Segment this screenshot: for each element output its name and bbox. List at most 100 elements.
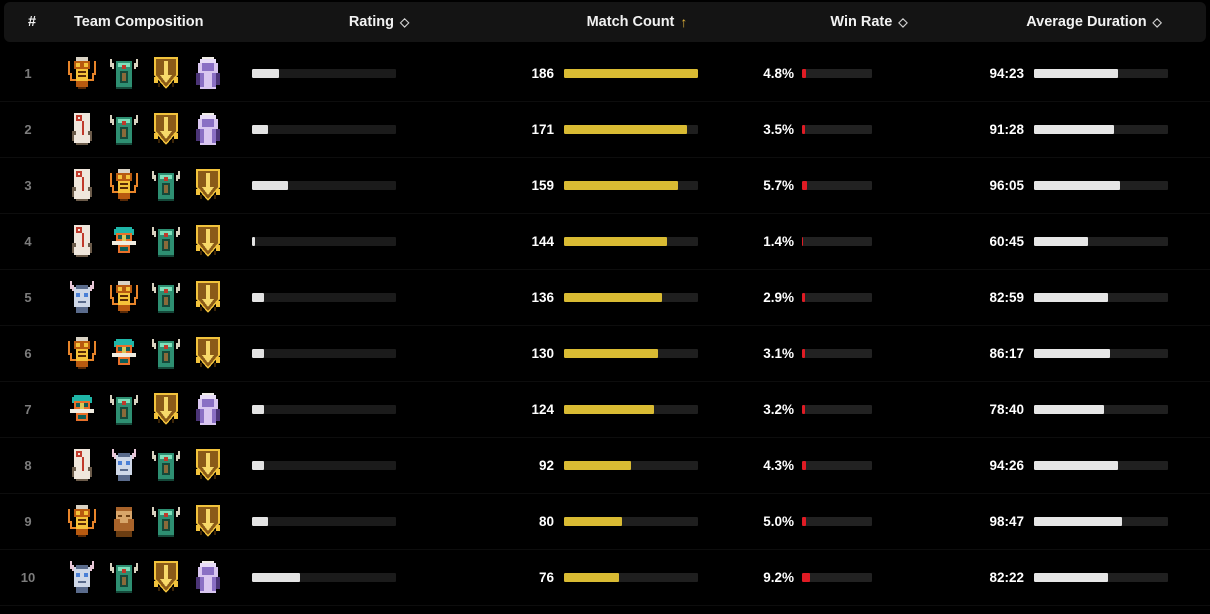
gold-shield-unit[interactable] [148,391,184,429]
rating-cell [236,382,514,437]
average-duration-value: 91:28 [989,122,1024,137]
orange-demon-unit[interactable] [64,503,100,541]
average-duration-bar-fill [1034,573,1108,582]
green-horned-unit[interactable] [148,223,184,261]
purple-robe-unit[interactable] [190,55,226,93]
table-row[interactable]: 6 130 3.1% 86:17 [0,326,1210,382]
table-row[interactable]: 8 92 4.3% 94:26 [0,438,1210,494]
match-count-bar-track [564,69,698,78]
gold-shield-unit[interactable] [148,559,184,597]
gold-shield-unit[interactable] [148,55,184,93]
gold-shield-unit[interactable] [148,111,184,149]
rating-bar-fill [252,573,300,582]
table-row[interactable]: 4 144 1.4% 60:45 [0,214,1210,270]
sort-toggle-icon[interactable]: ◇ [1153,16,1162,28]
green-horned-unit[interactable] [148,503,184,541]
sort-ascending-icon[interactable]: ↑ [680,15,687,29]
win-rate-bar-track [802,573,872,582]
match-count-cell: 80 [514,494,752,549]
rating-bar-track [252,517,396,526]
column-header-match-count[interactable]: Match Count ↑ [518,14,756,30]
blue-face-unit[interactable] [64,559,100,597]
column-header-average-duration[interactable]: Average Duration ◇ [982,14,1206,30]
green-horned-unit[interactable] [106,111,142,149]
white-scroll-unit[interactable] [64,447,100,485]
win-rate-bar-fill [802,237,804,246]
win-rate-cell: 5.7% [752,158,978,213]
blue-face-unit[interactable] [106,447,142,485]
green-horned-unit[interactable] [148,167,184,205]
table-row[interactable]: 9 80 5.0% 98:47 [0,494,1210,550]
orange-demon-unit[interactable] [64,55,100,93]
green-horned-unit[interactable] [148,279,184,317]
green-horned-unit[interactable] [106,55,142,93]
rank-cell: 8 [24,458,32,473]
green-horned-unit[interactable] [106,391,142,429]
table-row[interactable]: 3 159 5.7% 96:05 [0,158,1210,214]
win-rate-cell: 3.5% [752,102,978,157]
column-header-win-rate[interactable]: Win Rate ◇ [756,14,982,30]
blue-face-unit[interactable] [64,279,100,317]
table-header-row: # Team Composition Rating ◇ Match Count ↑ Win … [4,2,1206,42]
average-duration-cell: 86:17 [978,326,1202,381]
teal-masked-unit[interactable] [106,335,142,373]
win-rate-value: 4.3% [763,458,794,473]
average-duration-bar-track [1034,181,1168,190]
rating-bar-track [252,69,396,78]
white-scroll-unit[interactable] [64,223,100,261]
sort-toggle-icon[interactable]: ◇ [400,16,409,28]
match-count-value: 171 [531,122,554,137]
table-row[interactable]: 2 171 3.5% 91:28 [0,102,1210,158]
match-count-bar-track [564,517,698,526]
white-scroll-unit[interactable] [64,167,100,205]
green-horned-unit[interactable] [106,559,142,597]
table-row[interactable]: 10 76 9.2% 82:22 [0,550,1210,606]
bearded-warrior-unit[interactable] [106,503,142,541]
win-rate-cell: 5.0% [752,494,978,549]
green-horned-unit[interactable] [148,447,184,485]
orange-demon-unit[interactable] [106,167,142,205]
rating-bar-track [252,237,396,246]
gold-shield-unit[interactable] [190,279,226,317]
average-duration-bar-track [1034,573,1168,582]
column-header-label: Average Duration [1026,14,1147,30]
column-header-rating[interactable]: Rating ◇ [240,14,518,30]
match-count-value: 80 [538,514,554,529]
win-rate-bar-track [802,461,872,470]
purple-robe-unit[interactable] [190,559,226,597]
gold-shield-unit[interactable] [190,335,226,373]
average-duration-bar-fill [1034,69,1119,78]
team-composition-cell [56,382,236,437]
teal-masked-unit[interactable] [64,391,100,429]
gold-shield-unit[interactable] [190,503,226,541]
table-row[interactable]: 5 136 2.9% 82:59 [0,270,1210,326]
purple-robe-unit[interactable] [190,391,226,429]
green-horned-unit[interactable] [148,335,184,373]
win-rate-value: 3.5% [763,122,794,137]
purple-robe-unit[interactable] [190,111,226,149]
gold-shield-unit[interactable] [190,447,226,485]
match-count-cell: 76 [514,550,752,605]
table-row[interactable]: 7 124 3.2% 78:40 [0,382,1210,438]
table-body: 1 186 4.8% 94:23 2 171 3.5% 91:28 3 159 5.7% 96:05 4… [0,46,1210,606]
win-rate-bar-track [802,293,872,302]
teal-masked-unit[interactable] [106,223,142,261]
match-count-cell: 171 [514,102,752,157]
average-duration-bar-track [1034,69,1168,78]
table-row[interactable]: 1 186 4.8% 94:23 [0,46,1210,102]
match-count-value: 76 [538,570,554,585]
rating-cell [236,270,514,325]
win-rate-bar-fill [802,517,807,526]
win-rate-cell: 9.2% [752,550,978,605]
average-duration-bar-fill [1034,405,1104,414]
match-count-cell: 124 [514,382,752,437]
gold-shield-unit[interactable] [190,167,226,205]
team-composition-cell [56,438,236,493]
orange-demon-unit[interactable] [64,335,100,373]
win-rate-bar-track [802,405,872,414]
white-scroll-unit[interactable] [64,111,100,149]
orange-demon-unit[interactable] [106,279,142,317]
team-composition-cell [56,102,236,157]
sort-toggle-icon[interactable]: ◇ [898,16,907,28]
gold-shield-unit[interactable] [190,223,226,261]
